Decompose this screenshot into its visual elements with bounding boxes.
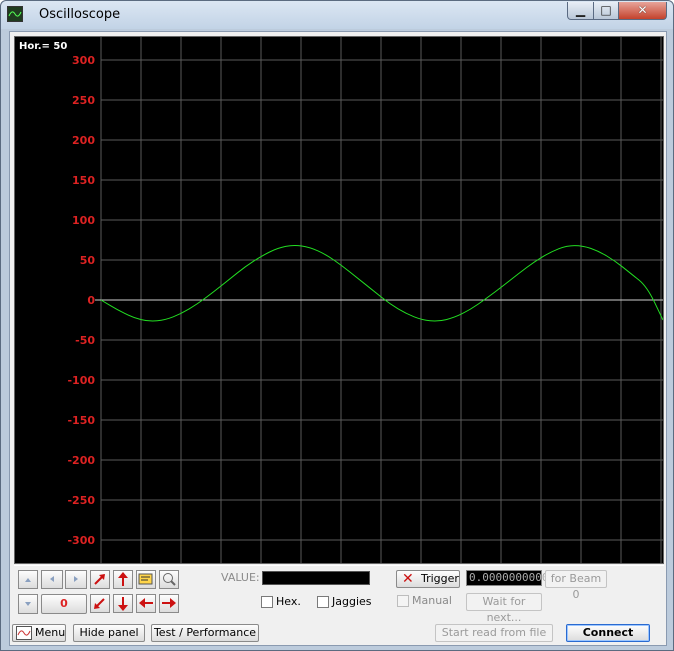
y-tick-label: 50: [80, 254, 96, 267]
scope-display[interactable]: Hor.= 50 300 250 200 150 100 50 0 -50 -100 -150 -2…: [14, 36, 664, 564]
y-tick-label: -300: [67, 534, 95, 547]
hex-checkbox[interactable]: [261, 596, 273, 608]
arrow-left-icon[interactable]: [136, 594, 156, 613]
close-icon: ✕: [637, 3, 648, 17]
maximize-button[interactable]: □: [593, 2, 619, 20]
y-tick-label: 100: [72, 214, 95, 227]
menu-label: Menu: [35, 626, 66, 639]
horizontal-readout: Hor.= 50: [19, 41, 67, 52]
test-performance-button[interactable]: Test / Performance: [151, 624, 259, 642]
minimize-icon: ▁: [575, 3, 586, 17]
signal-trace: [100, 244, 663, 322]
scroll-left-button[interactable]: [41, 570, 63, 589]
scope-plot: Hor.= 50 300 250 200 150 100 50 0 -50 -100 -150 -2…: [19, 37, 663, 563]
y-tick-label: 0: [87, 294, 95, 307]
zoom-icon[interactable]: [159, 570, 179, 589]
oscilloscope-app-icon[interactable]: [7, 6, 23, 22]
close-button[interactable]: ✕: [618, 2, 667, 20]
arrow-right-icon[interactable]: [159, 594, 179, 613]
offset-counter[interactable]: 0: [41, 594, 87, 614]
client-area: Hor.= 50 300 250 200 150 100 50 0 -50 -100 -150 -2…: [9, 31, 667, 646]
menu-scope-icon: [16, 626, 32, 640]
y-tick-label: 200: [72, 134, 95, 147]
start-read-from-file-button[interactable]: Start read from file: [435, 624, 553, 642]
arrow-down-icon[interactable]: [113, 594, 133, 613]
y-tick-label: -250: [67, 494, 95, 507]
title-bar[interactable]: Oscilloscope ▁ □ ✕: [1, 1, 673, 29]
window-title: Oscilloscope: [39, 7, 121, 22]
manual-label: Manual: [412, 594, 452, 607]
arrow-up-icon[interactable]: [113, 570, 133, 589]
scroll-up-button[interactable]: [18, 570, 38, 589]
jaggies-label: Jaggies: [332, 595, 372, 608]
trigger-x-icon: ✕: [402, 571, 414, 587]
connect-button[interactable]: Connect: [566, 624, 650, 642]
hex-label: Hex.: [276, 595, 301, 608]
bottom-bar: Menu Hide panel Test / Performance Start…: [10, 620, 668, 644]
settings-dialog-icon[interactable]: [136, 570, 156, 589]
manual-checkbox[interactable]: [397, 595, 409, 607]
trigger-value-field[interactable]: 0.0000000000: [466, 570, 548, 586]
y-tick-label: -100: [67, 374, 95, 387]
minimize-button[interactable]: ▁: [567, 2, 594, 20]
menu-button[interactable]: Menu: [12, 624, 66, 642]
arrow-down-left-icon[interactable]: [90, 594, 110, 613]
hide-panel-button[interactable]: Hide panel: [73, 624, 145, 642]
maximize-icon: □: [600, 3, 612, 17]
scroll-down-button[interactable]: [18, 594, 38, 614]
control-panel: 0 VALUE: Hex. Jaggies ✕ Trigger 0.000000…: [14, 565, 664, 624]
y-tick-label: 150: [72, 174, 95, 187]
value-label: VALUE:: [221, 571, 260, 584]
for-beam-button[interactable]: for Beam 0: [545, 570, 607, 601]
trigger-label: Trigger: [421, 572, 459, 585]
arrow-up-right-icon[interactable]: [90, 570, 110, 589]
trigger-button[interactable]: ✕ Trigger: [396, 570, 460, 588]
y-tick-label: 300: [72, 54, 95, 67]
jaggies-checkbox[interactable]: [317, 596, 329, 608]
scroll-right-button[interactable]: [65, 570, 87, 589]
y-tick-label: -150: [67, 414, 95, 427]
y-tick-label: 250: [72, 94, 95, 107]
oscilloscope-window: Oscilloscope ▁ □ ✕ Hor.= 50 300 250 200 150…: [0, 0, 674, 651]
value-display: [262, 571, 370, 585]
y-tick-label: -200: [67, 454, 95, 467]
y-tick-label: -50: [75, 334, 95, 347]
wait-for-next-button[interactable]: Wait for next...: [466, 593, 542, 624]
